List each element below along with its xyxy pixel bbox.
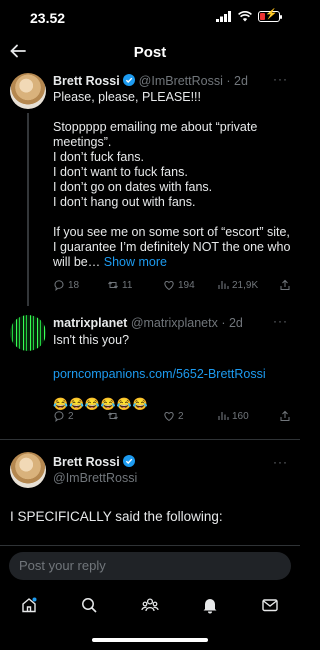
post-last-line: will be…: [53, 255, 101, 269]
like-count: 194: [178, 279, 195, 291]
repost-icon: [108, 412, 118, 420]
post-time[interactable]: · 2d: [226, 74, 248, 88]
battery-icon: ⚡: [258, 9, 282, 22]
views-icon: [218, 281, 229, 289]
reply-icon: [54, 411, 64, 422]
reply-button[interactable]: 2: [53, 410, 74, 422]
post-body: I SPECIFICALLY said the following:: [10, 509, 223, 524]
repost-count: 11: [122, 279, 133, 291]
reply-count: 2: [68, 410, 74, 422]
divider: [0, 439, 300, 440]
author-name[interactable]: Brett Rossi: [53, 74, 120, 88]
like-button[interactable]: 2: [163, 410, 184, 422]
post-line: I guarantee I’m definitely NOT the one w…: [53, 240, 291, 254]
post-line: I don’t hang out with fans.: [53, 195, 196, 209]
search-icon[interactable]: [80, 596, 98, 614]
views-button[interactable]: 160: [217, 410, 249, 422]
share-icon: [280, 279, 290, 290]
page-title: Post: [133, 44, 167, 61]
signal-icon: [216, 11, 231, 22]
like-icon: [164, 411, 174, 422]
like-count: 2: [178, 410, 184, 422]
repost-icon: [108, 281, 118, 289]
more-icon[interactable]: ···: [273, 72, 288, 86]
post-line: I don’t fuck fans.: [53, 150, 145, 164]
like-button[interactable]: 194: [163, 279, 195, 291]
reply-input[interactable]: [19, 558, 269, 573]
post-line: I don’t want to fuck fans.: [53, 165, 188, 179]
post-body: Please, please, PLEASE!!! Stoppppp email…: [53, 90, 293, 270]
bottom-nav: [0, 588, 300, 622]
author-handle[interactable]: @matrixplanetx: [131, 316, 218, 330]
views-icon: [218, 412, 229, 420]
verified-icon: [123, 455, 136, 467]
post-header: Brett Rossi: [53, 455, 136, 469]
post-line: Stoppppp emailing me about “private: [53, 120, 258, 134]
post-header: matrixplanet @matrixplanetx · 2d: [53, 316, 243, 330]
author-handle[interactable]: @ImBrettRossi: [139, 74, 223, 88]
avatar[interactable]: [10, 315, 46, 351]
repost-button[interactable]: [107, 410, 122, 422]
post-link[interactable]: porncompanions.com/5652-BrettRossi: [53, 367, 266, 382]
share-icon: [280, 410, 290, 421]
home-indicator[interactable]: [92, 638, 208, 642]
post-line: will be… Show more: [53, 255, 293, 270]
views-count: 21,9K: [232, 279, 259, 291]
more-icon[interactable]: ···: [273, 314, 288, 328]
like-icon: [164, 280, 174, 291]
post-line: [53, 105, 293, 120]
repost-button[interactable]: 11: [107, 279, 132, 291]
post-time[interactable]: · 2d: [221, 316, 243, 330]
more-icon[interactable]: ···: [273, 455, 288, 469]
home-icon[interactable]: [20, 596, 38, 614]
post-line: [53, 210, 293, 225]
messages-icon[interactable]: [261, 596, 279, 614]
reply-button[interactable]: 18: [53, 279, 79, 291]
reply-icon: [54, 280, 64, 291]
views-button[interactable]: 21,9K: [217, 279, 258, 291]
reply-composer[interactable]: [9, 552, 291, 580]
verified-icon: [123, 74, 136, 86]
status-bar: 23.52 ⚡: [0, 0, 300, 36]
author-name[interactable]: Brett Rossi: [53, 455, 120, 469]
thread-line: [27, 113, 29, 306]
post-line: Please, please, PLEASE!!!: [53, 90, 202, 104]
post-body: Isn't this you?: [53, 333, 130, 347]
top-bar: Post: [0, 36, 300, 68]
author-handle[interactable]: @ImBrettRossi: [53, 471, 137, 485]
post-line: If you see me on some sort of “escort” s…: [53, 225, 290, 239]
post-line: I don’t go on dates with fans.: [53, 180, 213, 194]
notifications-icon[interactable]: [201, 596, 219, 614]
reply-count: 18: [68, 279, 80, 291]
share-button[interactable]: [279, 410, 291, 422]
post-line: meetings”.: [53, 135, 112, 149]
show-more-link[interactable]: Show more: [104, 255, 167, 269]
divider: [0, 545, 300, 546]
post-header: Brett Rossi @ImBrettRossi · 2d: [53, 74, 248, 88]
share-button[interactable]: [279, 279, 291, 291]
views-count: 160: [232, 410, 249, 422]
communities-icon[interactable]: [141, 596, 159, 614]
status-icons: ⚡: [216, 9, 282, 22]
avatar[interactable]: [10, 452, 46, 488]
author-name[interactable]: matrixplanet: [53, 316, 127, 330]
status-time: 23.52: [30, 10, 66, 26]
avatar[interactable]: [10, 73, 46, 109]
wifi-icon: [238, 11, 252, 22]
